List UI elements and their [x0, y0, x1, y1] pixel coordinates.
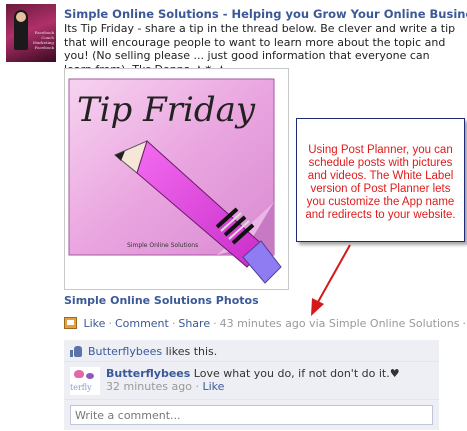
feedback-section: Butterflybees likes this. terfly Butterf… — [64, 340, 439, 430]
commenter-avatar[interactable]: terfly — [70, 367, 100, 395]
post-author-link[interactable]: Simple Online Solutions - Helping you Gr… — [64, 7, 467, 21]
app-icon — [64, 317, 77, 329]
photo-album-link[interactable]: Simple Online Solutions Photos — [64, 294, 259, 307]
svg-text:Tip Friday: Tip Friday — [77, 90, 256, 130]
comment-timestamp[interactable]: 32 minutes ago — [106, 380, 192, 393]
comment-author-link[interactable]: Butterflybees — [106, 367, 190, 380]
comment-body: Butterflybees Love what you do, if not d… — [106, 367, 400, 393]
butterfly-shape — [74, 370, 84, 378]
post-photo[interactable]: Tip Friday Simple Online Solutions — [64, 68, 289, 290]
comment-item: terfly Butterflybees Love what you do, i… — [64, 362, 439, 400]
tip-friday-image: Tip Friday Simple Online Solutions — [68, 78, 282, 284]
comment-link[interactable]: Comment — [115, 317, 169, 330]
write-comment-row — [64, 400, 439, 430]
like-link[interactable]: Like — [84, 317, 106, 330]
likes-row: Butterflybees likes this. — [64, 340, 439, 362]
avatar-text: terfly — [70, 383, 92, 392]
post-timestamp[interactable]: 43 minutes ago via — [220, 317, 326, 330]
comment-text: Love what you do, if not don't do it.♥ — [193, 367, 400, 380]
likes-suffix: likes this. — [162, 345, 218, 358]
post-actions: Like · Comment · Share · 43 minutes ago via Si… — [64, 317, 467, 330]
via-app-link[interactable]: Simple Online Solutions — [329, 317, 460, 330]
avatar-face — [16, 12, 26, 22]
comment-like-link[interactable]: Like — [202, 380, 224, 393]
comment-input[interactable] — [70, 405, 433, 425]
share-link[interactable]: Share — [178, 317, 210, 330]
svg-text:Simple Online Solutions: Simple Online Solutions — [127, 242, 198, 249]
page-avatar[interactable]: Facebook Coach Marketing Facebook — [6, 4, 56, 62]
liker-name-link[interactable]: Butterflybees — [88, 345, 162, 358]
butterfly-shape — [86, 373, 94, 379]
annotation-callout: Using Post Planner, you can schedule pos… — [296, 118, 465, 242]
avatar-text: Facebook Coach Marketing Facebook — [32, 30, 54, 50]
thumbs-up-icon — [70, 345, 83, 357]
